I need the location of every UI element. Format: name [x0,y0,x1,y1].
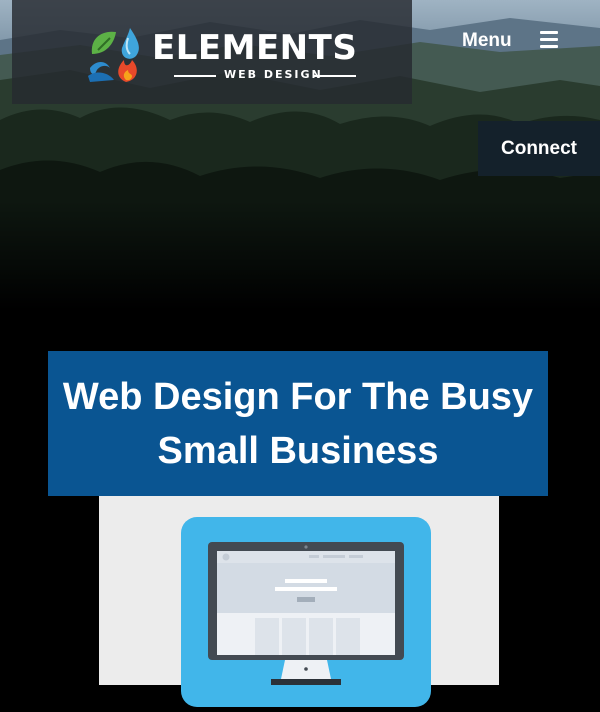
brand-name: ELEMENTS [152,28,358,68]
logo-panel: ELEMENTS WEB DESIGN [12,0,412,104]
menu-label: Menu [462,30,512,51]
tagline-rule-left [174,75,216,77]
hero-headline-line-1: Web Design For The Busy [62,375,534,418]
elements-logo-icon [88,28,139,82]
brand-logo[interactable]: ELEMENTS WEB DESIGN [86,24,366,88]
brand-tagline-row: WEB DESIGN [152,68,366,84]
monitor-tile [181,517,431,707]
website-mockup-panel [99,496,499,707]
tagline-rule-right [314,75,356,77]
connect-button[interactable]: Connect [478,121,600,176]
hero-headline-line-2: Small Business [157,429,439,472]
hamburger-menu-icon [540,31,558,48]
brand-tagline: WEB DESIGN [224,68,323,81]
monitor-illustration [208,542,404,685]
hero-headline-box: Web Design For The Busy Small Business [48,351,548,496]
